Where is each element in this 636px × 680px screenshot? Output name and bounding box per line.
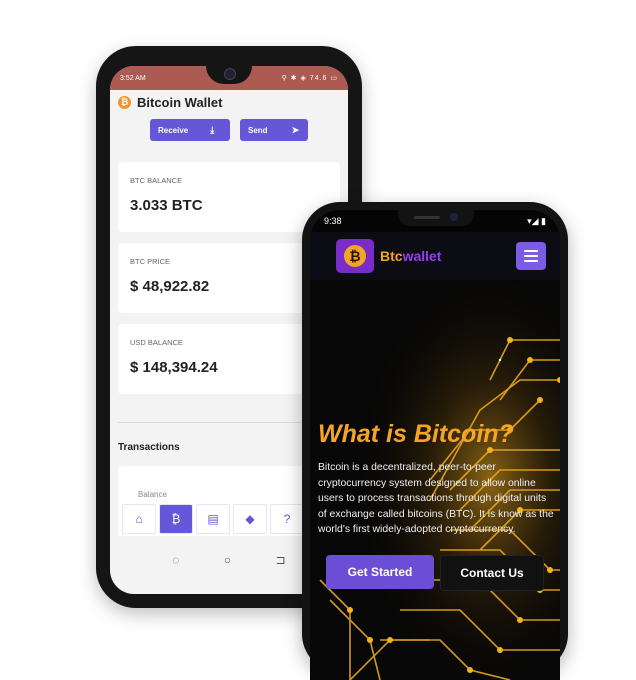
action-bar: Receive ⤓ Send ➤ xyxy=(110,119,348,141)
receive-button[interactable]: Receive ⤓ xyxy=(150,119,230,141)
camera-notch xyxy=(206,66,252,84)
card-value: $ 148,394.24 xyxy=(130,359,218,376)
bitcoin-icon: ₿ xyxy=(344,245,366,267)
status-bar: 9:38 ▾◢ ▮ xyxy=(310,210,560,232)
status-time: 3:52 AM xyxy=(120,74,146,82)
camera-notch xyxy=(398,210,474,226)
bitcoin-icon: ₿ xyxy=(118,95,131,109)
status-time: 9:38 xyxy=(324,216,342,226)
card-label: USD BALANCE xyxy=(130,338,183,347)
receive-button-label: Receive xyxy=(158,125,189,135)
page-title: Bitcoin Wallet xyxy=(137,94,223,110)
card-value: $ 48,922.82 xyxy=(130,278,210,295)
hamburger-menu-icon[interactable] xyxy=(516,242,546,270)
website-phone: 9:38 ▾◢ ▮ ₿ Btcwallet What is Bitcoin? B… xyxy=(302,202,568,680)
archive-icon: ▤ xyxy=(207,512,219,526)
app-header: ₿ Bitcoin Wallet xyxy=(110,90,348,114)
status-icons: ⚲ ✱ ◈ 74.6 ▭ xyxy=(281,75,338,82)
website-screen: 9:38 ▾◢ ▮ ₿ Btcwallet What is Bitcoin? B… xyxy=(310,210,560,680)
logo-text: Btcwallet xyxy=(380,248,441,264)
logo-badge: ₿ xyxy=(336,239,374,273)
logo-text-prefix: Btc xyxy=(380,248,403,264)
site-header: ₿ Btcwallet xyxy=(310,232,560,280)
back-icon[interactable]: ⊐ xyxy=(276,553,286,567)
send-button-label: Send xyxy=(248,125,268,135)
download-icon: ⤓ xyxy=(210,124,215,135)
send-icon: ➤ xyxy=(291,124,300,135)
nav-help-button[interactable]: ? xyxy=(270,504,304,534)
tag-icon: ◆ xyxy=(245,512,255,526)
hero-title: What is Bitcoin? xyxy=(318,420,514,448)
card-label: BTC BALANCE xyxy=(130,176,183,185)
nav-tag-button[interactable]: ◆ xyxy=(233,504,267,534)
status-bar: 3:52 AM ⚲ ✱ ◈ 74.6 ▭ xyxy=(110,66,348,90)
home-icon: ⌂ xyxy=(135,512,143,526)
card-value: 3.033 BTC xyxy=(130,197,203,214)
recents-icon[interactable]: ◌ xyxy=(172,553,179,567)
transaction-card-label: Balance xyxy=(138,490,167,499)
bitcoin-icon: ₿ xyxy=(171,512,181,526)
nav-home-button[interactable]: ⌂ xyxy=(122,504,156,534)
help-icon: ? xyxy=(283,512,291,526)
site-logo[interactable]: ₿ Btcwallet xyxy=(336,239,441,273)
get-started-button[interactable]: Get Started xyxy=(326,555,434,589)
logo-text-suffix: wallet xyxy=(402,248,442,264)
nav-bitcoin-button[interactable]: ₿ xyxy=(159,504,193,534)
hero-description: Bitcoin is a decentralized, peer-to-peer… xyxy=(318,462,554,535)
transactions-heading: Transactions xyxy=(118,442,180,453)
home-circle-icon[interactable]: ○ xyxy=(224,553,231,567)
card-label: BTC PRICE xyxy=(130,257,171,266)
status-icons: ▾◢ ▮ xyxy=(527,215,546,226)
contact-us-button[interactable]: Contact Us xyxy=(440,555,544,591)
nav-archive-button[interactable]: ▤ xyxy=(196,504,230,534)
send-button[interactable]: Send ➤ xyxy=(240,119,308,141)
hero-section: What is Bitcoin? Bitcoin is a decentrali… xyxy=(310,280,560,680)
